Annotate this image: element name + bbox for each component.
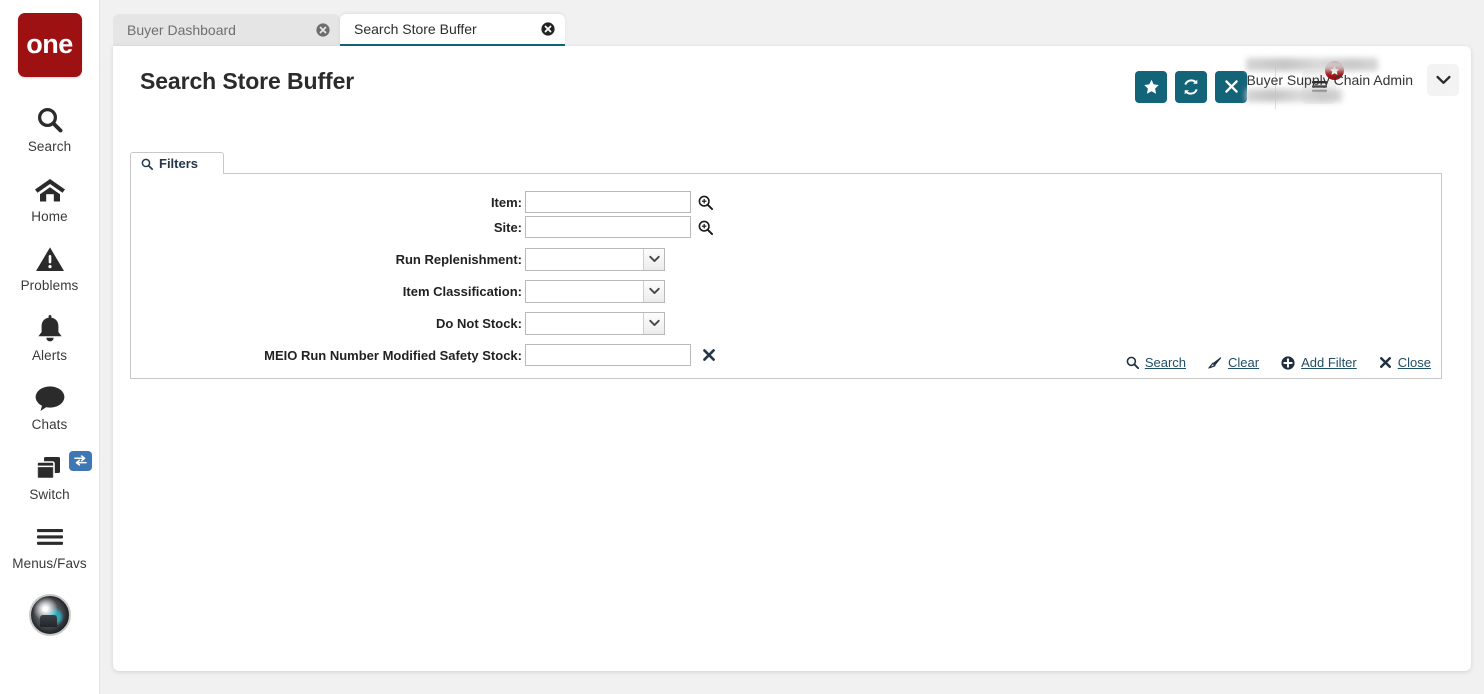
chevron-down-icon[interactable]	[643, 312, 664, 334]
hamburger-icon	[35, 520, 65, 554]
application-window: one Search Home Problems Alerts Chats Sw…	[0, 0, 1484, 694]
close-button[interactable]	[1215, 70, 1247, 103]
switch-context-badge[interactable]	[68, 450, 92, 471]
close-circle-icon[interactable]	[315, 23, 330, 38]
filters-body: Item: Site: Run Replenishment: Item Clas…	[130, 174, 1442, 379]
sidebar-item-label: Alerts	[31, 347, 68, 363]
search-icon	[141, 158, 153, 170]
filter-close-link[interactable]: Close	[1379, 355, 1431, 370]
chat-bubble-icon	[34, 381, 66, 415]
user-avatar[interactable]	[28, 593, 71, 636]
page-header: Search Store Buffer Buyer Supply Chain A…	[113, 46, 1471, 116]
sidebar-item-menus-favs[interactable]: Menus/Favs	[0, 520, 100, 571]
sidebar-item-label: Menus/Favs	[12, 556, 87, 571]
filters-tab-filler	[224, 152, 1442, 174]
filter-label: Do Not Stock:	[436, 315, 522, 331]
filter-row-site: Site:	[131, 215, 1441, 239]
user-org-redacted	[1246, 89, 1343, 102]
eraser-icon	[1208, 357, 1222, 369]
filter-label: Item:	[490, 194, 522, 210]
filter-action-label: Add Filter	[1301, 355, 1357, 370]
run-replenishment-select[interactable]	[525, 247, 665, 271]
chevron-down-icon[interactable]	[643, 280, 664, 302]
sidebar-item-label: Problems	[20, 278, 79, 293]
search-icon	[1126, 356, 1139, 369]
lookup-magnifier-icon[interactable]	[698, 195, 713, 210]
filter-label: MEIO Run Number Modified Safety Stock:	[264, 347, 522, 363]
content-card: Search Store Buffer Buyer Supply Chain A…	[113, 46, 1471, 671]
page-title: Search Store Buffer	[140, 67, 355, 94]
filter-row-run-replenishment: Run Replenishment:	[131, 247, 1441, 271]
refresh-icon	[1184, 78, 1198, 95]
user-menu[interactable]: Buyer Supply Chain Admin	[1246, 58, 1459, 102]
chevron-down-icon[interactable]	[643, 248, 664, 270]
sidebar-item-switch[interactable]: Switch	[0, 450, 100, 502]
sidebar-item-label: Switch	[29, 486, 70, 502]
filter-actions: Search Clear Add Filter Close	[1126, 355, 1431, 370]
main-area: Buyer Dashboard Search Store Buffer Sear…	[100, 0, 1484, 694]
do-not-stock-select[interactable]	[525, 311, 665, 335]
filter-add-filter-link[interactable]: Add Filter	[1281, 355, 1357, 370]
sidebar-item-label: Home	[31, 208, 68, 224]
filter-action-label: Close	[1397, 355, 1431, 370]
user-name-redacted	[1246, 58, 1379, 71]
tab-label: Buyer Dashboard	[127, 22, 236, 38]
filter-row-item: Item:	[131, 190, 1441, 214]
x-icon	[1379, 357, 1391, 368]
user-menu-toggle[interactable]	[1427, 64, 1459, 96]
sidebar-item-chats[interactable]: Chats	[0, 381, 100, 432]
tab-filters-label: Filters	[159, 156, 199, 171]
filters-tab-header: Filters	[130, 152, 1442, 174]
filter-row-do-not-stock: Do Not Stock:	[131, 311, 1441, 335]
filter-action-label: Clear	[1228, 355, 1260, 370]
sidebar-item-problems[interactable]: Problems	[0, 242, 100, 293]
filters-panel: Filters Item: Site: Run Replenishment: I…	[130, 152, 1442, 379]
refresh-button[interactable]	[1175, 70, 1207, 103]
filter-label: Item Classification:	[402, 283, 522, 299]
item-input[interactable]	[525, 191, 691, 213]
remove-x-icon[interactable]	[702, 348, 716, 362]
tab-filters[interactable]: Filters	[130, 152, 224, 174]
chevron-down-icon	[1435, 75, 1451, 84]
one-network-logo[interactable]: one	[17, 13, 82, 77]
favorite-button[interactable]	[1135, 70, 1167, 103]
sidebar-item-alerts[interactable]: Alerts	[0, 312, 100, 363]
bell-icon	[36, 312, 64, 346]
filter-action-label: Search	[1144, 355, 1187, 370]
tab-label: Search Store Buffer	[354, 21, 477, 37]
home-icon	[34, 173, 66, 207]
sidebar-item-label: Chats	[31, 417, 68, 432]
plus-circle-icon	[1281, 355, 1295, 370]
filter-label: Site:	[493, 219, 522, 235]
tab-buyer-dashboard[interactable]: Buyer Dashboard	[113, 14, 340, 46]
user-details: Buyer Supply Chain Admin	[1246, 58, 1413, 102]
filter-label: Run Replenishment:	[395, 251, 522, 267]
site-input[interactable]	[525, 216, 691, 238]
sidebar-item-label: Search	[27, 139, 72, 154]
tab-search-store-buffer[interactable]: Search Store Buffer	[340, 14, 565, 46]
sidebar-item-search[interactable]: Search	[0, 103, 100, 154]
user-role-label: Buyer Supply Chain Admin	[1246, 72, 1413, 88]
filter-clear-link[interactable]: Clear	[1208, 355, 1259, 370]
x-icon	[1224, 80, 1238, 93]
browser-tab-strip: Buyer Dashboard Search Store Buffer	[100, 0, 1484, 46]
star-icon	[1143, 79, 1159, 94]
exchange-arrows-icon	[73, 455, 87, 466]
sidebar-item-home[interactable]: Home	[0, 173, 100, 224]
search-icon	[35, 103, 65, 137]
lookup-magnifier-icon[interactable]	[698, 220, 713, 235]
filter-row-item-classification: Item Classification:	[131, 279, 1441, 303]
item-classification-select[interactable]	[525, 279, 665, 303]
left-navigation-rail: one Search Home Problems Alerts Chats Sw…	[0, 0, 100, 694]
meio-run-number-input[interactable]	[525, 344, 691, 366]
windows-stack-icon	[34, 451, 66, 485]
close-circle-icon[interactable]	[540, 22, 555, 37]
warning-triangle-icon	[35, 242, 65, 276]
filter-search-link[interactable]: Search	[1126, 355, 1186, 370]
logo-text: one	[26, 28, 73, 59]
